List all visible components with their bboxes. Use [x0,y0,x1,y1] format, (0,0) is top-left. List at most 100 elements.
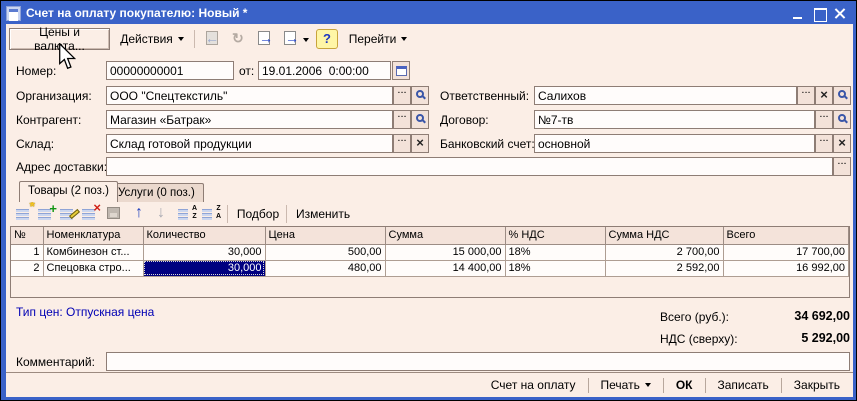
prices-currency-button[interactable]: Цены и валюта... [9,28,110,50]
col-header-sum: Сумма [385,227,505,244]
vat-value: 5 292,00 [720,331,850,345]
toolbar-separator [194,30,195,48]
sort-desc-button[interactable]: ZA [200,204,222,224]
magnifier-icon [838,114,846,122]
delete-x-icon: × [93,200,101,215]
cell-sum[interactable]: 14 400,00 [385,260,505,276]
cell-vat-sum[interactable]: 2 592,00 [605,260,723,276]
col-header-total: Всего [723,227,849,244]
date-input[interactable] [258,61,391,80]
arrow-right-icon: → [259,30,273,46]
bank-account-select-button[interactable] [815,134,833,153]
cell-nomenclature[interactable]: Спецовка стро... [43,260,143,276]
pick-button[interactable]: Подбор [234,203,282,224]
move-up-button[interactable]: ↑ [130,204,152,224]
date-label: от: [239,64,254,78]
print-button[interactable]: Печать [590,375,662,395]
cell-price[interactable]: 480,00 [265,260,385,276]
maximize-icon[interactable] [811,6,828,21]
edit-row-button[interactable] [58,204,80,224]
ok-button[interactable]: ОК [665,375,704,395]
delete-row-button[interactable]: × [80,204,102,224]
arrow-left-icon: ← [205,30,219,46]
reread-button: ← [202,29,224,49]
calendar-button[interactable] [392,61,410,80]
counterparty-open-button[interactable] [411,110,429,129]
cell-num[interactable]: 2 [11,260,43,276]
cell-vat-pct[interactable]: 18% [505,260,605,276]
organization-input[interactable] [106,86,393,105]
save-button[interactable]: Записать [707,375,780,395]
responsible-select-button[interactable] [797,86,815,105]
total-value: 34 692,00 [720,309,850,323]
actions-button[interactable]: Действия [116,28,188,50]
close-icon[interactable] [832,6,849,21]
toolbar-separator [286,205,287,223]
minimize-icon[interactable] [790,6,807,21]
cell-quantity-selected[interactable]: 30,000 [143,260,265,276]
copy-row-button[interactable]: + [36,204,58,224]
organization-open-button[interactable] [411,86,429,105]
counterparty-input[interactable] [106,110,393,129]
cell-total[interactable]: 16 992,00 [723,260,849,276]
warehouse-input[interactable] [106,134,393,153]
bank-account-clear-button[interactable] [833,134,851,153]
magnifier-icon [416,90,424,98]
close-button[interactable]: Закрыть [783,375,851,395]
window-title: Счет на оплату покупателю: Новый * [26,6,247,20]
responsible-open-button[interactable] [833,86,851,105]
table-row: 2 Спецовка стро... 30,000 480,00 14 400,… [11,260,849,276]
refresh-button: ↻ [228,29,250,49]
cell-price[interactable]: 500,00 [265,244,385,260]
counterparty-select-button[interactable] [393,110,411,129]
invoice-print-form-button[interactable]: Счет на оплату [480,375,587,395]
warehouse-clear-button[interactable] [411,134,429,153]
delivery-address-select-button[interactable] [833,157,851,176]
footer-bar: Счет на оплату Печать ОК Записать Закрыт… [6,372,853,397]
cell-nomenclature[interactable]: Комбинезон ст... [43,244,143,260]
tab-goods[interactable]: Товары (2 поз.) [19,181,118,202]
rows-icon [178,209,188,220]
cell-total[interactable]: 17 700,00 [723,244,849,260]
cell-vat-sum[interactable]: 2 700,00 [605,244,723,260]
warehouse-select-button[interactable] [393,134,411,153]
contract-select-button[interactable] [815,110,833,129]
add-row-button[interactable]: * [14,204,36,224]
responsible-clear-button[interactable] [815,86,833,105]
col-header-quantity: Количество [143,227,265,244]
post-document-button[interactable]: → [254,29,276,49]
move-down-button: ↓ [152,204,174,224]
contract-open-button[interactable] [833,110,851,129]
bank-account-label: Банковский счет: [440,137,535,151]
form-area: Цены и валюта... Действия ← ↻ → → ? Пере… [6,24,853,397]
delivery-address-label: Адрес доставки: [16,160,107,174]
table-row: 1 Комбинезон ст... 30,000 500,00 15 000,… [11,244,849,260]
delivery-address-input[interactable] [106,157,833,176]
post-document-menu-button[interactable]: → [280,29,310,49]
arrow-right-icon: → [285,30,299,46]
cell-quantity[interactable]: 30,000 [143,244,265,260]
comment-input[interactable] [106,352,850,371]
finish-edit-button [104,204,126,224]
cell-vat-pct[interactable]: 18% [505,244,605,260]
footer-separator [705,378,706,393]
counterparty-label: Контрагент: [16,113,81,127]
arrow-down-icon: ↓ [157,204,165,222]
footer-separator [588,378,589,393]
goto-button[interactable]: Перейти [344,28,412,50]
cell-num[interactable]: 1 [11,244,43,260]
change-button[interactable]: Изменить [291,203,355,224]
organization-select-button[interactable] [393,86,411,105]
number-input[interactable] [106,61,234,80]
tab-services[interactable]: Услуги (0 поз.) [109,183,204,202]
responsible-input[interactable] [534,86,797,105]
bank-account-input[interactable] [534,134,815,153]
rows-icon [16,209,29,220]
contract-input[interactable] [534,110,815,129]
help-button[interactable]: ? [316,29,338,49]
cell-sum[interactable]: 15 000,00 [385,244,505,260]
invoice-window: Счет на оплату покупателю: Новый * Цены … [0,0,857,401]
sort-asc-button[interactable]: AZ [176,204,198,224]
plus-icon: + [49,201,57,216]
calendar-icon [396,66,407,76]
